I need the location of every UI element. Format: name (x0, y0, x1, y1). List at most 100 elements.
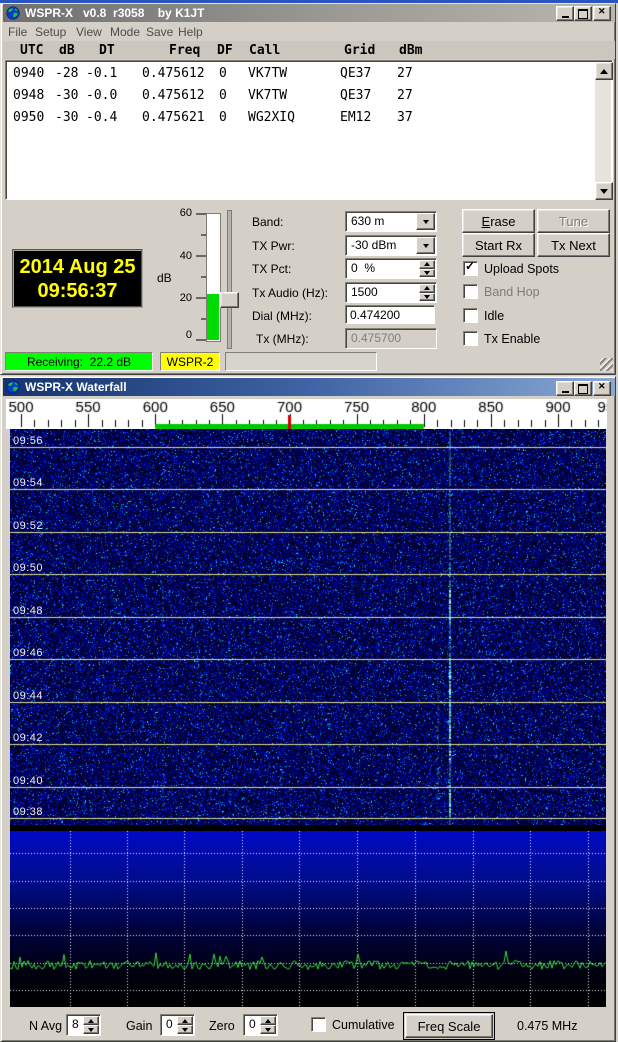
start-rx-button[interactable]: Start Rx (462, 233, 535, 257)
spot-cell: -28 (55, 66, 78, 81)
dial-label: Dial (MHz): (252, 309, 312, 323)
tx-pct-down[interactable] (419, 269, 435, 278)
gain-down[interactable] (177, 1025, 193, 1034)
tx-pct-label: TX Pct: (252, 262, 291, 276)
n-avg-spinner[interactable]: 8 (66, 1014, 101, 1036)
col-dt: DT (99, 43, 115, 58)
tx-audio-spinner[interactable]: 1500 (345, 282, 437, 303)
waterfall-time-label: 09:38 (13, 806, 43, 818)
spin-down-icon (424, 271, 430, 275)
spin-up-icon (182, 1019, 188, 1023)
menu-setup[interactable]: Setup (35, 25, 66, 39)
spot-cell: -0.1 (86, 66, 117, 81)
freq-scale-button[interactable]: Freq Scale (405, 1014, 493, 1038)
tx-next-button[interactable]: Tx Next (537, 233, 610, 257)
waterfall-title-bar[interactable]: WSPR-X Waterfall (3, 378, 615, 396)
close-icon (598, 385, 606, 392)
zero-down[interactable] (260, 1025, 276, 1034)
band-dropdown-button[interactable] (416, 213, 435, 230)
check-icon (311, 1017, 326, 1032)
minimize-button[interactable] (556, 381, 574, 396)
start-rx-button-label: Start Rx (475, 238, 522, 253)
col-df: DF (217, 43, 233, 58)
zero-spinner[interactable]: 0 (243, 1014, 278, 1036)
progress-bar (225, 352, 377, 371)
spot-cell: VK7TW (248, 88, 287, 103)
spot-cell: 0 (219, 110, 227, 125)
scroll-down-button[interactable] (595, 182, 613, 200)
spin-down-icon (265, 1028, 271, 1032)
spectrum-canvas (10, 831, 606, 1007)
col-grid: Grid (344, 43, 375, 58)
receiving-status-text: Receiving: 22.2 dB (27, 355, 131, 369)
tx-audio-up[interactable] (419, 284, 435, 293)
n-avg-down[interactable] (83, 1025, 99, 1034)
idle-checkbox[interactable]: Idle (463, 308, 504, 323)
maximize-icon (578, 9, 588, 19)
check-icon (463, 308, 478, 323)
tx-freq-label: Tx (MHz): (256, 332, 309, 346)
cumulative-checkbox[interactable]: Cumulative (311, 1017, 395, 1032)
spot-cell: 0.475612 (142, 66, 205, 81)
gain-up[interactable] (177, 1016, 193, 1025)
receiving-status: Receiving: 22.2 dB (5, 352, 153, 371)
menu-mode[interactable]: Mode (110, 25, 140, 39)
band-hop-checkbox: Band Hop (463, 284, 540, 299)
waterfall-time-label: 09:56 (13, 435, 43, 447)
menu-help[interactable]: Help (178, 25, 203, 39)
tx-pct-spinner[interactable]: 0 % (345, 258, 437, 279)
band-select[interactable]: 630 m (345, 211, 437, 232)
idle-label: Idle (484, 309, 504, 323)
tx-audio-down[interactable] (419, 293, 435, 302)
main-window-title: WSPR-X v0.8 r3058 by K1JT (25, 6, 204, 20)
gain-label: Gain (126, 1019, 152, 1033)
level-slider-handle[interactable] (220, 292, 239, 308)
col-call: Call (249, 43, 280, 58)
scrollbar-track[interactable] (595, 78, 611, 182)
table-header-strip (3, 41, 615, 59)
minimize-button[interactable] (556, 6, 574, 21)
spot-cell: 0940 (13, 66, 44, 81)
spot-cell: -30 (55, 110, 78, 125)
close-button[interactable] (593, 6, 611, 21)
meter-tick-40: 40 (168, 250, 192, 262)
waterfall-time-label: 09:42 (13, 732, 43, 744)
tx-pwr-dropdown-button[interactable] (416, 237, 435, 254)
spot-cell: 0 (219, 88, 227, 103)
menu-file[interactable]: File (8, 25, 27, 39)
spot-cell: 0.475621 (142, 110, 205, 125)
n-avg-up[interactable] (83, 1016, 99, 1025)
dial-input[interactable] (345, 305, 435, 324)
tx-enable-checkbox[interactable]: Tx Enable (463, 331, 540, 346)
maximize-button[interactable] (574, 6, 592, 21)
menu-view[interactable]: View (76, 25, 102, 39)
col-db: dB (59, 43, 75, 58)
zero-up[interactable] (260, 1016, 276, 1025)
close-button[interactable] (593, 381, 611, 396)
upload-spots-checkbox[interactable]: Upload Spots (463, 261, 559, 276)
n-avg-label: N Avg (29, 1019, 62, 1033)
resize-grip[interactable] (600, 358, 613, 371)
db-meter-fill (207, 294, 219, 340)
mode-badge: WSPR-2 (160, 352, 220, 371)
spot-cell: 0950 (13, 110, 44, 125)
minimize-icon (562, 391, 569, 393)
chevron-down-icon (423, 220, 429, 224)
gain-spinner[interactable]: 0 (160, 1014, 195, 1036)
main-title-bar[interactable]: WSPR-X v0.8 r3058 by K1JT (3, 4, 615, 22)
level-slider-track[interactable] (227, 210, 232, 349)
maximize-button[interactable] (574, 381, 592, 396)
spot-cell: 0 (219, 66, 227, 81)
tx-pwr-select[interactable]: -30 dBm (345, 235, 437, 256)
tune-button-label: Tune (559, 214, 588, 229)
erase-button[interactable]: Erase (462, 209, 535, 233)
waterfall-time-label: 09:46 (13, 647, 43, 659)
spin-down-icon (88, 1028, 94, 1032)
waterfall-time-label: 09:54 (13, 477, 43, 489)
meter-tick-0: 0 (168, 329, 192, 341)
tune-button[interactable]: Tune (537, 209, 610, 233)
menu-save[interactable]: Save (146, 25, 173, 39)
scroll-up-button[interactable] (595, 62, 613, 80)
upload-spots-label: Upload Spots (484, 262, 559, 276)
tx-pct-up[interactable] (419, 260, 435, 269)
